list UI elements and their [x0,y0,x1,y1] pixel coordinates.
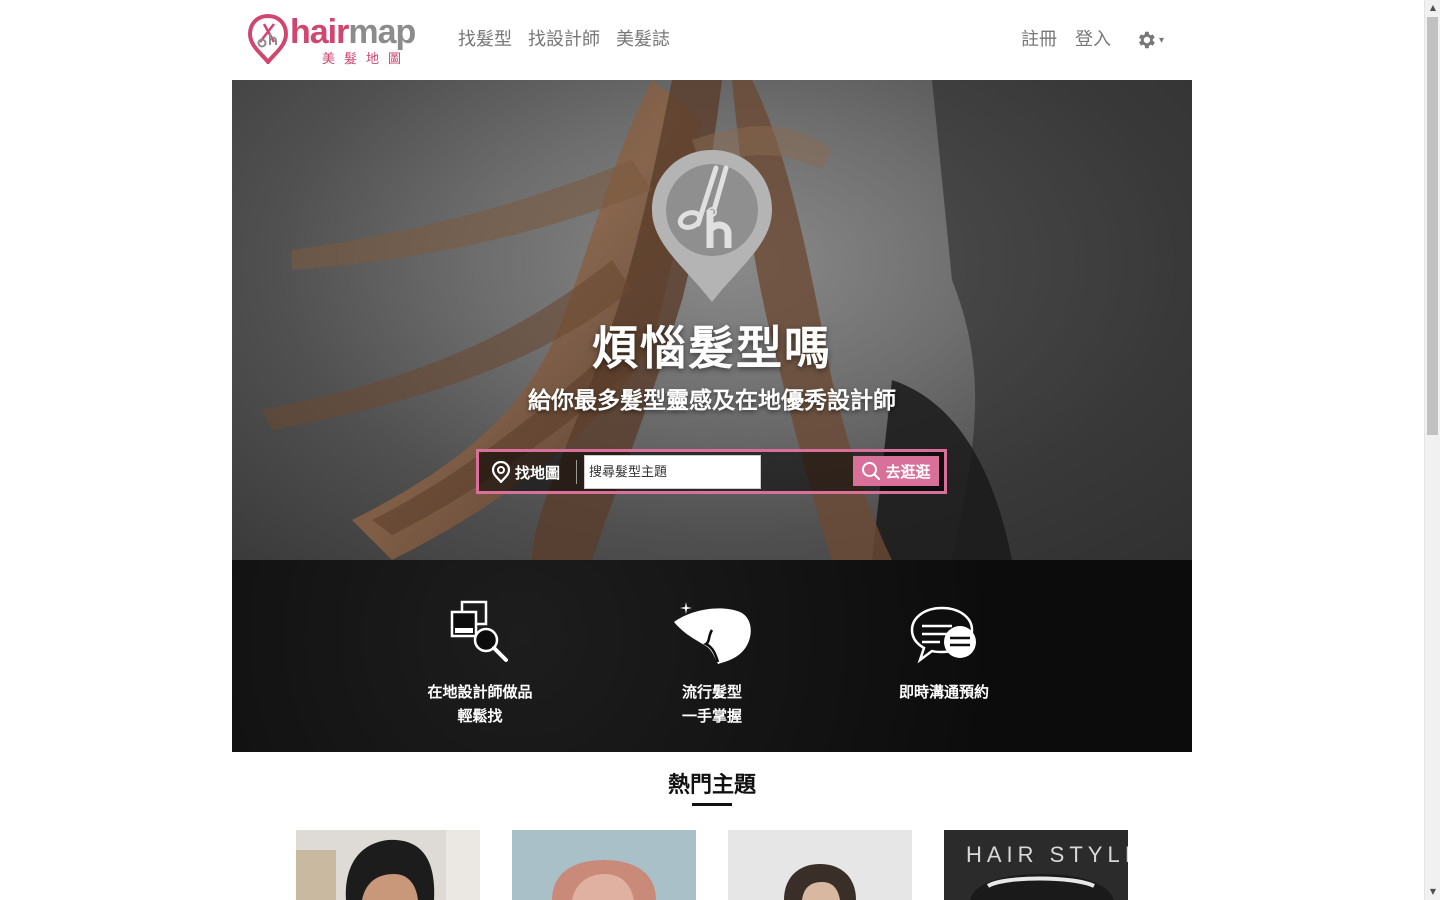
register-link[interactable]: 註冊 [1021,28,1057,52]
heading-underline [692,803,732,806]
portfolio-search-icon [450,600,508,662]
topic-card-1[interactable] [296,830,480,900]
nav-find-hairstyle[interactable]: 找髮型 [458,28,512,52]
search-icon [862,462,881,481]
feature-trending-line1: 流行髮型 [681,683,742,701]
feature-portfolio-line1: 在地設計師做品 [427,683,533,701]
scroll-up-arrow-icon[interactable]: ▲ [1425,0,1440,16]
hero-pin-logo-icon [652,150,772,302]
settings-dropdown[interactable]: ▾ [1135,29,1164,51]
gear-icon [1139,31,1155,49]
topic-card-3[interactable] [728,830,912,900]
logo-pin-icon [248,14,288,64]
topic-search-input[interactable] [584,455,761,489]
location-pin-icon [491,461,511,483]
hairstyle-silhouette-icon [674,602,751,664]
logo-word-map: map [348,13,416,51]
features-strip: 在地設計師做品 輕鬆找 流行髮型 一手掌握 即時溝通預約 [232,560,1192,752]
hairmap-logo[interactable]: hairmap 美髮地圖 [248,12,423,67]
feature-portfolio-line2: 輕鬆找 [457,707,503,725]
explore-button[interactable]: 去逛逛 [853,456,939,486]
thumb-sign-text: HAIR STYLIS [966,842,1128,867]
logo-word-hair: hair [290,13,349,51]
main-nav-links: 找髮型 找設計師 美髮誌 [458,28,670,52]
page: hairmap 美髮地圖 找髮型 找設計師 美髮誌 註冊 登入 ▾ 煩惱髮型嗎 … [0,0,1440,900]
nav-magazine[interactable]: 美髮誌 [616,28,670,52]
scrollbar-thumb[interactable] [1427,17,1438,435]
hero-subtitle: 給你最多髮型靈感及在地優秀設計師 [528,388,896,414]
feature-portfolio: 在地設計師做品 輕鬆找 [380,596,580,728]
topic-card-2[interactable] [512,830,696,900]
feature-chat: 即時溝通預約 [844,596,1044,704]
chevron-down-icon: ▾ [1158,34,1164,46]
explore-label: 去逛逛 [885,462,931,481]
hero-title: 煩惱髮型嗎 [592,321,832,375]
feature-chat-line1: 即時溝通預約 [898,683,989,701]
logo-subtitle: 美髮地圖 [322,52,411,67]
find-map-label: 找地圖 [515,463,561,482]
topic-card-image [296,830,480,900]
login-link[interactable]: 登入 [1075,28,1111,52]
search-divider [576,460,577,484]
hero-banner: 煩惱髮型嗎 給你最多髮型靈感及在地優秀設計師 找地圖 去逛逛 [232,80,1192,560]
topic-card-4[interactable]: HAIR STYLIS [944,830,1128,900]
topic-card-image [728,830,912,900]
feature-trending: 流行髮型 一手掌握 [612,596,812,728]
nav-find-designer[interactable]: 找設計師 [528,28,600,52]
topic-card-image: HAIR STYLIS [944,830,1128,900]
feature-trending-line2: 一手掌握 [681,707,742,725]
hero-search-bar: 找地圖 去逛逛 [476,449,947,494]
logo-wordmark: hairmap [290,12,416,52]
chat-bubbles-icon [910,606,976,664]
account-nav: 註冊 登入 ▾ [1021,28,1192,52]
popular-topics-heading: 熱門主題 [667,773,756,798]
scroll-down-arrow-icon[interactable]: ▼ [1425,884,1440,900]
page-scrollbar[interactable]: ▲ ▼ [1424,0,1440,900]
topic-card-image [512,830,696,900]
find-map-button[interactable]: 找地圖 [491,458,560,486]
top-nav: hairmap 美髮地圖 找髮型 找設計師 美髮誌 註冊 登入 ▾ [232,0,1192,80]
